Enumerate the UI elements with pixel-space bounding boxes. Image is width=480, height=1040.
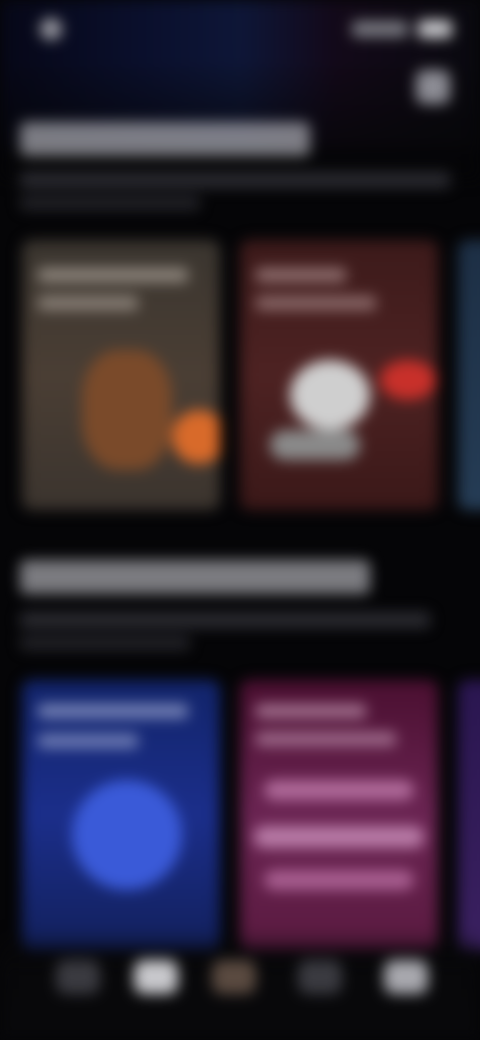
card-1-3[interactable] — [458, 240, 480, 510]
card-2-3[interactable] — [458, 680, 480, 950]
card-artwork-row — [264, 870, 414, 890]
card-artwork-row — [264, 780, 414, 800]
now-playing-icon[interactable] — [212, 960, 256, 994]
card-1-2[interactable] — [240, 240, 438, 510]
profile-icon[interactable] — [416, 70, 450, 104]
library-icon[interactable] — [384, 960, 428, 994]
card-2-1[interactable] — [22, 680, 220, 950]
radio-icon[interactable] — [298, 960, 342, 994]
home-icon[interactable] — [56, 960, 100, 994]
status-bar — [0, 0, 480, 56]
card-1-1[interactable] — [22, 240, 220, 510]
card-artwork — [82, 350, 172, 470]
card-title-line — [256, 268, 346, 282]
browse-icon[interactable] — [134, 960, 178, 994]
section-subtitle-1-line2 — [20, 196, 200, 210]
card-artwork-detail — [270, 430, 360, 460]
tab-bar — [0, 930, 480, 1040]
card-title-line — [256, 704, 366, 718]
blurred-content — [0, 0, 480, 1040]
card-title-line — [38, 704, 188, 718]
card-artwork-row — [254, 826, 424, 848]
status-right — [352, 20, 452, 38]
status-left — [40, 18, 74, 40]
notification-icon — [40, 18, 62, 40]
card-2-2[interactable] — [240, 680, 438, 950]
section-subtitle-2 — [20, 612, 430, 628]
card-artwork — [290, 360, 370, 430]
card-title-line — [38, 734, 138, 748]
section-subtitle-2-line2 — [20, 636, 190, 650]
card-artwork — [72, 780, 182, 890]
section-subtitle-1 — [20, 172, 450, 188]
battery-icon — [418, 20, 452, 38]
card-title-line — [256, 732, 396, 746]
card-title-line — [38, 268, 188, 282]
section-title-1 — [20, 122, 310, 156]
app-header — [0, 62, 480, 112]
signal-icon — [352, 21, 408, 37]
card-title-line — [256, 296, 376, 310]
card-title-line — [38, 296, 138, 310]
app-screen — [0, 0, 480, 1040]
section-title-2 — [20, 560, 370, 594]
card-artwork-accent — [172, 410, 220, 464]
card-artwork-accent — [380, 360, 436, 400]
